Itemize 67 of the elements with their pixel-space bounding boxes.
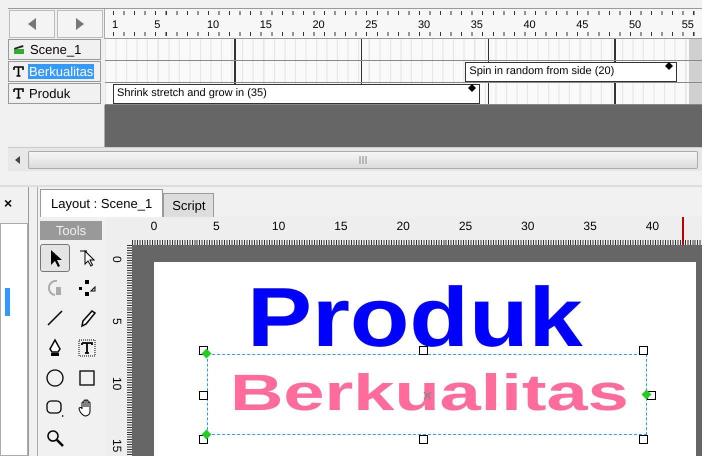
hollow-pointer-icon <box>77 248 97 268</box>
frame-number: 1 <box>112 19 118 31</box>
layer-track[interactable]: Shrink stretch and grow in (35) <box>105 83 702 105</box>
tab[interactable]: Layout : Scene_1 <box>40 189 164 217</box>
tools-header: Tools <box>40 221 102 240</box>
next-button[interactable] <box>57 10 103 38</box>
ruler-number: 5 <box>212 219 220 233</box>
layer-item[interactable]: Scene_1 <box>8 39 101 60</box>
square-icon <box>77 368 97 388</box>
reshape-icon <box>77 278 97 298</box>
magnifier-icon <box>45 428 65 448</box>
ruler-number: 15 <box>110 438 124 452</box>
layer-name: Berkualitas <box>28 64 94 79</box>
resize-handle[interactable] <box>419 435 428 444</box>
ruler-number: 0 <box>150 219 158 233</box>
close-icon[interactable]: × <box>0 187 28 213</box>
frame-number: 20 <box>312 19 325 31</box>
frame-number: 15 <box>260 19 272 31</box>
frame-number: 35 <box>470 19 483 31</box>
frame-number: 45 <box>576 19 588 31</box>
ruler-number: 40 <box>646 219 660 233</box>
clapperboard-icon <box>13 44 25 55</box>
transition-bar[interactable]: Spin in random from side (20) <box>465 62 678 82</box>
tool-button[interactable] <box>40 244 70 272</box>
frame-number: 30 <box>418 19 430 31</box>
right-triangle-icon <box>75 17 85 31</box>
resize-handle[interactable] <box>199 391 208 400</box>
scroll-left-icon[interactable] <box>14 154 22 164</box>
text-layer-icon <box>13 88 24 99</box>
text-tool-icon <box>77 338 97 358</box>
resize-handle[interactable] <box>639 435 648 444</box>
text-layer-icon <box>13 66 24 77</box>
ruler-number: 15 <box>334 219 348 233</box>
ruler-number: 5 <box>110 318 124 325</box>
grip-icon <box>358 156 368 164</box>
tab[interactable]: Script <box>163 193 214 217</box>
resize-handle[interactable] <box>419 346 428 355</box>
left-triangle-icon <box>27 17 37 31</box>
previous-button[interactable] <box>9 10 55 38</box>
resize-handle[interactable] <box>639 346 648 355</box>
frame-number: 10 <box>206 19 220 31</box>
layer-track[interactable]: Spin in random from side (20) <box>105 61 702 83</box>
ruler-number: 10 <box>272 219 286 233</box>
stage-title-text[interactable]: Produk <box>247 284 583 350</box>
frame-ruler[interactable]: 1 5 10 15 20 25 30 35 40 45 50 55 <box>105 9 702 39</box>
ruler-number: 20 <box>396 219 410 233</box>
frame-number: 55 <box>682 19 694 31</box>
ruler-number: 35 <box>583 219 597 233</box>
frame-number: 5 <box>154 19 160 31</box>
line-icon <box>45 308 65 328</box>
ruler-number: 25 <box>458 219 472 233</box>
scroll-marker <box>5 288 10 316</box>
circle-icon <box>45 368 65 388</box>
center-mark-icon <box>423 391 432 400</box>
ruler-number: 10 <box>110 376 124 390</box>
ruler-number: 0 <box>110 256 124 263</box>
layer-track[interactable] <box>105 39 702 61</box>
ruler-number: 30 <box>521 219 534 233</box>
layer-item[interactable]: Produk <box>8 83 101 104</box>
frame-number: 40 <box>523 19 536 31</box>
layer-name: Produk <box>28 86 72 101</box>
scrollbar-thumb[interactable] <box>28 150 698 168</box>
rounded-rectangle-icon <box>45 398 65 418</box>
frame-number: 50 <box>628 19 642 31</box>
transition-bar[interactable]: Shrink stretch and grow in (35) <box>113 84 480 104</box>
layer-name: Scene_1 <box>29 42 82 57</box>
frame-number: 25 <box>365 19 378 31</box>
